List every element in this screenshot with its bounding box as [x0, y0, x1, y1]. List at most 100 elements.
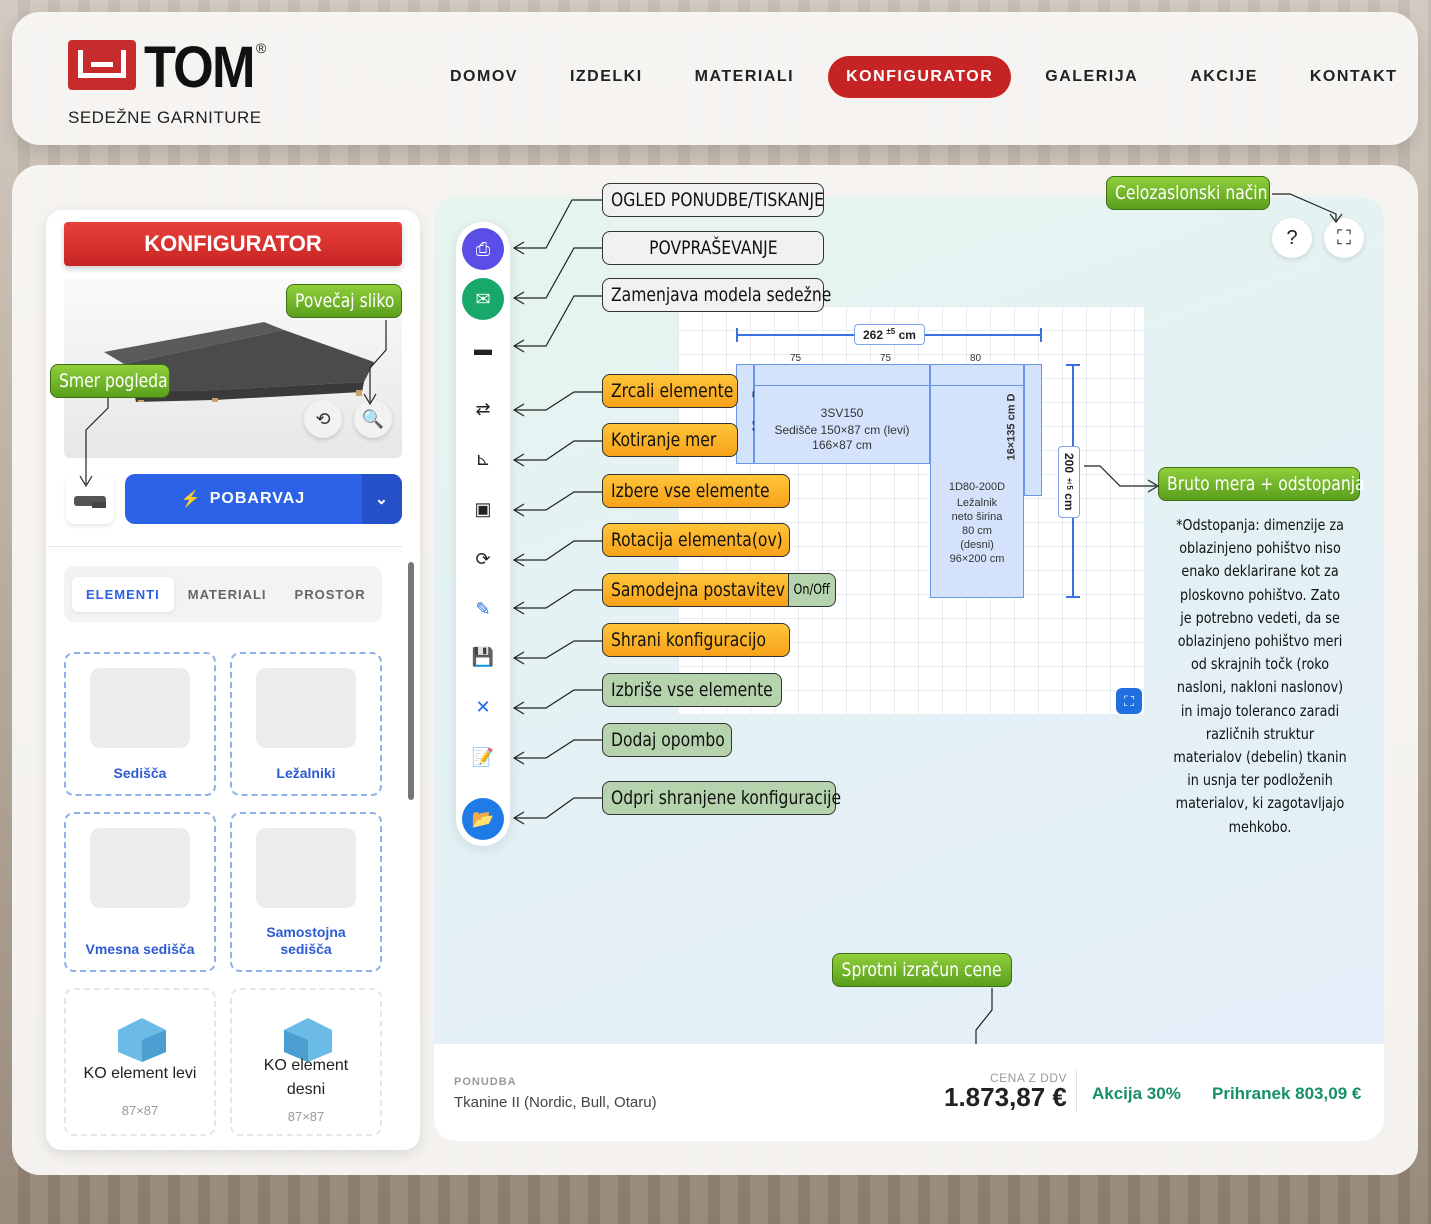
label-zamenjava: Zamenjava modela sedežne: [602, 278, 831, 312]
label-izbere: Izbere vse elemente: [602, 474, 790, 508]
nav-item-izdelki[interactable]: IZDELKI: [552, 56, 661, 98]
nav-item-konfigurator[interactable]: KONFIGURATOR: [828, 56, 1012, 98]
label-shrani: Shrani konfiguracijo: [602, 623, 790, 657]
view-direction-thumb[interactable]: [66, 476, 114, 524]
mirror-icon[interactable]: ⇄: [462, 388, 504, 430]
folder-open-icon[interactable]: 📂: [462, 798, 504, 840]
label-samodejna: Samodejna postavitev: [602, 573, 790, 607]
fullscreen-icon[interactable]: ⛶: [1324, 218, 1364, 258]
colorize-label: POBARVAJ: [209, 490, 306, 507]
edit-icon[interactable]: ✎: [462, 588, 504, 630]
zoom-icon[interactable]: 🔍: [354, 400, 392, 438]
nav-item-kontakt[interactable]: KONTAKT: [1292, 56, 1416, 98]
sofa-thumbnail: [256, 828, 356, 908]
label-povprasevanje: POVPRAŠEVANJE: [602, 231, 824, 265]
sofa-swap-icon[interactable]: ▬: [462, 328, 504, 370]
tab-elementi[interactable]: ELEMENTI: [72, 576, 174, 612]
help-icon[interactable]: ?: [1272, 218, 1312, 258]
card-label: Vmesna sedišča: [85, 941, 195, 957]
discount-badge: Akcija 30%: [1092, 1084, 1181, 1103]
site-header: TOM ® SEDEŽNE GARNITURE DOMOV IZDELKI MA…: [12, 12, 1418, 145]
expand-icon[interactable]: ⛶: [1116, 688, 1142, 714]
card-label: Sedišča: [113, 765, 167, 781]
label-ogled: OGLED PONUDBE/TISKANJE: [602, 183, 824, 217]
right-arm-label: 16×135 cm D: [1005, 393, 1018, 461]
backrest-1d80: [930, 364, 1024, 386]
tolerance-note: *Odstopanja: dimenzije za oblazinjeno po…: [1173, 516, 1347, 836]
element-tabs: ELEMENTI MATERIALI PROSTOR: [64, 566, 382, 622]
width-dim-tick: [736, 328, 738, 342]
card-label: KO element desni: [263, 1057, 349, 1098]
block2-l3: 80 cm: [962, 525, 992, 537]
block1-dims: 166×87 cm: [812, 438, 872, 452]
configurator-title: KONFIGURATOR: [64, 222, 402, 266]
card-dims: 87×87: [287, 1109, 325, 1124]
element-card-ko-desni[interactable]: KO element desni 87×87: [230, 988, 382, 1136]
sofa-thumbnail: [90, 668, 190, 748]
label-zrcali: Zrcali elemente: [602, 374, 738, 408]
divider: [1076, 1070, 1077, 1112]
bolt-icon: ⚡: [180, 491, 202, 508]
label-povecaj: Povečaj sliko: [286, 284, 402, 318]
element-card-vmesna[interactable]: Vmesna sedišča: [64, 812, 216, 972]
sofa-thumbnail: [256, 668, 356, 748]
element-card-sedisca[interactable]: Sedišča: [64, 652, 216, 796]
depth-dim-tick: [1066, 364, 1080, 366]
label-smer: Smer pogleda: [50, 364, 170, 398]
element-card-ko-levi[interactable]: KO element levi 87×87: [64, 988, 216, 1136]
select-all-icon[interactable]: ▣: [462, 488, 504, 530]
brand-name: TOM: [144, 35, 255, 100]
label-sprotni: Sprotni izračun cene: [832, 953, 1012, 987]
close-icon[interactable]: ✕: [462, 686, 504, 728]
scrollbar[interactable]: [408, 562, 414, 800]
block2-code: 1D80-200D: [948, 481, 1006, 493]
block2-l1: Ležalnik: [956, 497, 998, 509]
note-icon[interactable]: 📝: [462, 736, 504, 778]
total-width-label: 262 ±5 cm: [854, 324, 925, 345]
rotate-icon[interactable]: ⟳: [462, 538, 504, 580]
label-onoff: On/Off: [788, 573, 836, 607]
label-bruto: Bruto mera + odstopanja: [1158, 467, 1365, 501]
card-dims: 87×87: [121, 1103, 159, 1118]
main-nav: DOMOV IZDELKI MATERIALI KONFIGURATOR GAL…: [432, 56, 1431, 98]
offer-label: PONUDBA: [454, 1076, 517, 1088]
tab-materiali[interactable]: MATERIALI: [174, 577, 281, 612]
nav-item-domov[interactable]: DOMOV: [432, 56, 536, 98]
mail-icon[interactable]: ✉: [462, 278, 504, 320]
label-opomba: Dodaj opombo: [602, 723, 732, 757]
depth-dim-tick: [1066, 596, 1080, 598]
savings-amount: Prihranek 803,09 €: [1212, 1084, 1362, 1103]
logo-mark: [68, 40, 136, 90]
width-dim-tick: [1040, 328, 1042, 342]
depth-label: 200 ±5 cm: [1058, 446, 1080, 518]
history-icon[interactable]: ⟲: [304, 400, 342, 438]
tab-prostor[interactable]: PROSTOR: [281, 577, 380, 612]
label-odpri: Odpri shranjene konfiguracije: [602, 781, 841, 815]
total-price: 1.873,87 €: [944, 1082, 1067, 1112]
tool-sidebar: ⎙ ✉ ▬ ⇄ ⊾ ▣ ⟳ ✎ 💾 ✕ 📝 📂: [456, 222, 510, 846]
dimensions-icon[interactable]: ⊾: [462, 438, 504, 480]
block1-code: 3SV150: [820, 406, 864, 420]
card-label: Samostojna sedišča: [266, 924, 346, 957]
nav-item-akcije[interactable]: AKCIJE: [1172, 56, 1276, 98]
backrest-3sv150: [754, 364, 930, 386]
chevron-down-icon[interactable]: ⌄: [362, 474, 402, 524]
colorize-button[interactable]: ⚡ POBARVAJ ⌄: [125, 474, 402, 524]
element-card-samostojna[interactable]: Samostojna sedišča: [230, 812, 382, 972]
label-kotiranje: Kotiranje mer: [602, 423, 738, 457]
offer-value: Tkanine II (Nordic, Bull, Otaru): [454, 1094, 657, 1111]
label-rotacija: Rotacija elementa(ov): [602, 523, 790, 557]
armrest-right[interactable]: [1024, 364, 1042, 496]
corner-element-icon: [118, 1018, 166, 1062]
nav-item-materiali[interactable]: MATERIALI: [677, 56, 812, 98]
label-izbrise: Izbriše vse elemente: [602, 673, 782, 707]
card-label: KO element levi: [83, 1065, 197, 1082]
label-celozaslonski: Celozaslonski način: [1106, 176, 1270, 210]
save-icon[interactable]: 💾: [462, 636, 504, 678]
brand-subtitle: SEDEŽNE GARNITURE: [68, 108, 262, 127]
nav-item-galerija[interactable]: GALERIJA: [1027, 56, 1156, 98]
print-icon[interactable]: ⎙: [462, 228, 504, 270]
element-card-lezalniki[interactable]: Ležalniki: [230, 652, 382, 796]
brand-reg: ®: [256, 40, 267, 56]
card-label: Ležalniki: [276, 765, 336, 781]
